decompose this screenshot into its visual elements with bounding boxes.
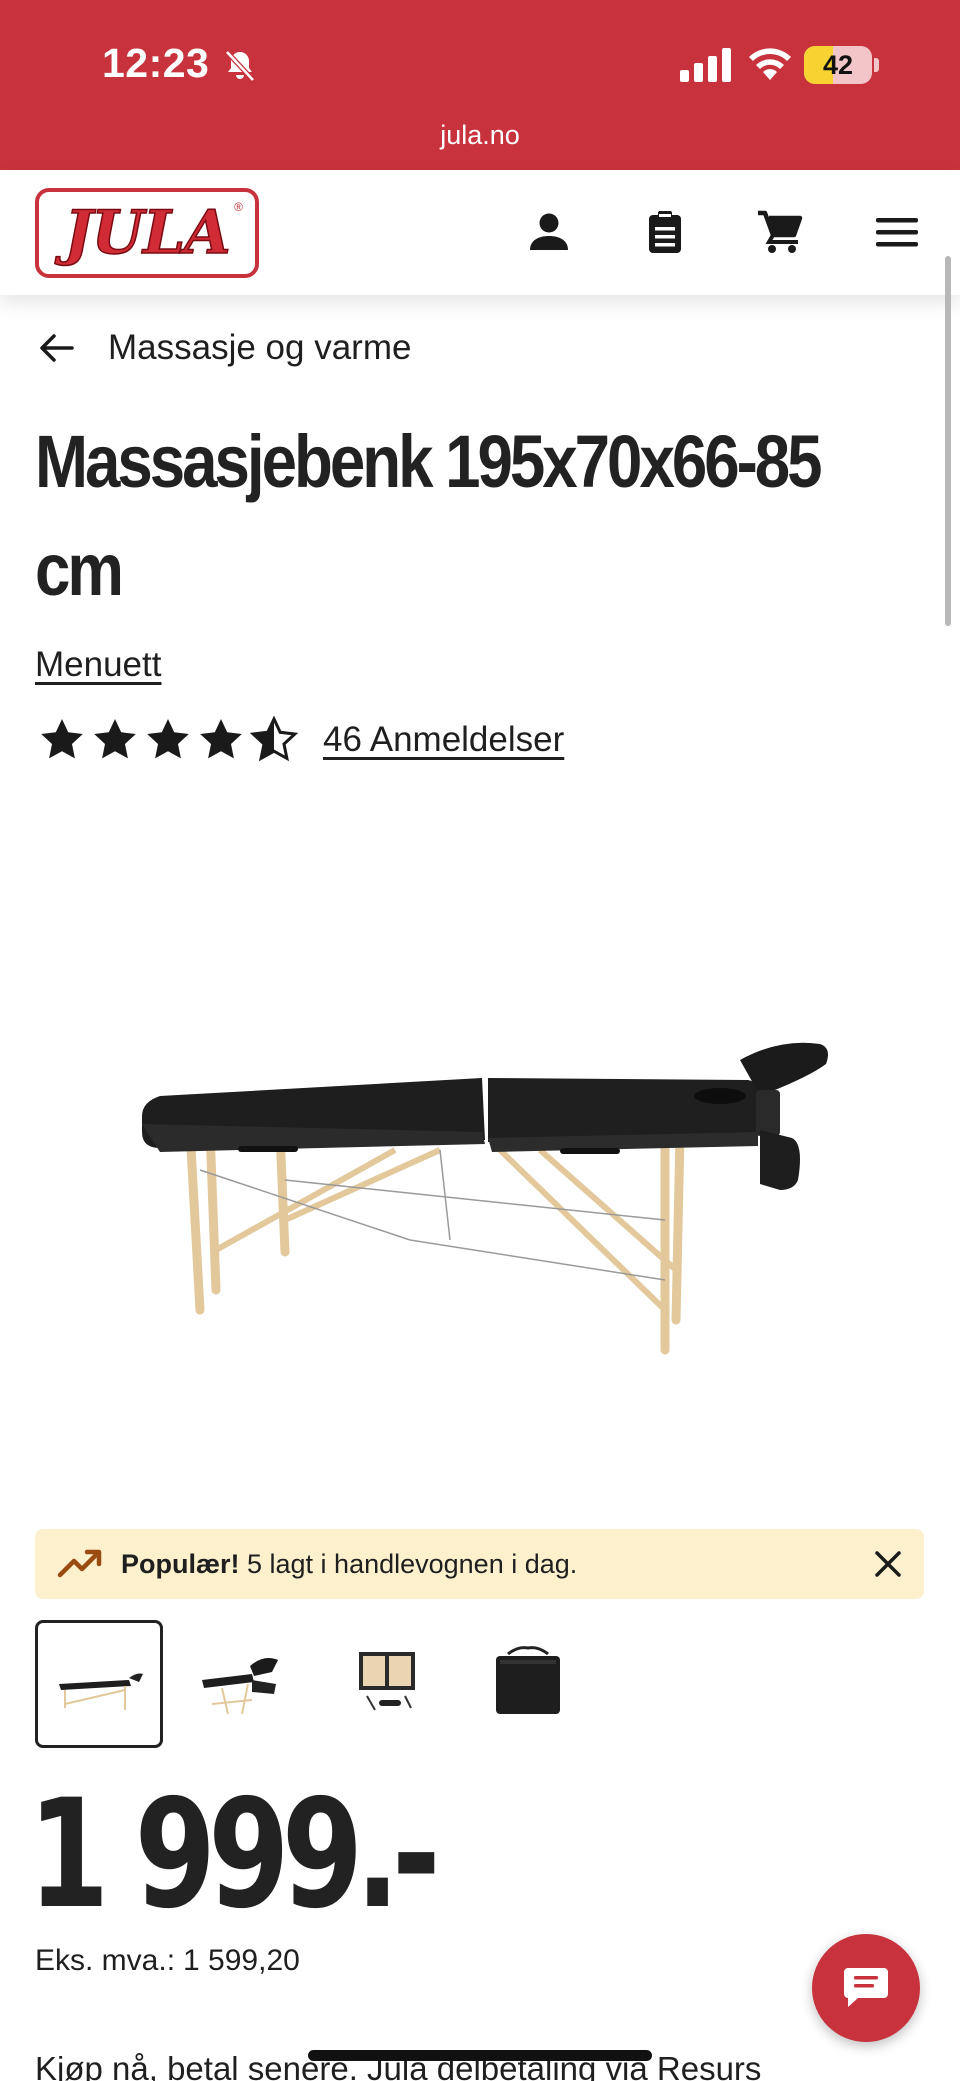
home-indicator[interactable] [308, 2050, 652, 2061]
status-bar: 12:23 42 jula.no [0, 0, 960, 170]
arrow-left-icon [40, 334, 74, 362]
scrollbar[interactable] [945, 256, 951, 626]
ex-vat-label: Eks. mva.: [35, 1944, 176, 1977]
thumbnail-massage-table-folded[interactable] [321, 1620, 449, 1748]
trending-up-icon [57, 1549, 102, 1578]
thumbnail-strip [35, 1620, 607, 1748]
product-title-line1: Massasjebenk 195x70x66-85 [35, 420, 823, 503]
ex-vat-value: 1 599,20 [183, 1944, 300, 1977]
account-icon[interactable] [525, 208, 573, 256]
thumbnail-image [496, 1646, 560, 1714]
star-half-icon [250, 716, 298, 762]
thumbnail-image [59, 1673, 143, 1710]
star-full-icon [41, 719, 83, 759]
jula-logo[interactable]: JULA ® [35, 188, 259, 278]
thumbnail-carry-bag[interactable] [464, 1620, 592, 1748]
price-ex-vat: Eks. mva.: 1 599,20 [35, 1944, 300, 1978]
thumbnail-image [359, 1652, 415, 1711]
chat-bubble-icon [844, 1968, 888, 2007]
browser-url[interactable]: jula.no [0, 120, 960, 151]
thumbnail-massage-table-side[interactable] [35, 1620, 163, 1748]
star-full-icon [147, 719, 189, 759]
star-full-icon [200, 719, 242, 759]
product-price: 1 999.- [28, 1768, 441, 1942]
shopping-cart-icon[interactable] [756, 208, 804, 256]
battery-icon: 42 [804, 46, 872, 84]
bell-muted-icon [225, 50, 255, 82]
product-rating[interactable]: 46 Anmeldelser [38, 716, 564, 764]
battery-level: 42 [822, 50, 854, 80]
reviews-link[interactable]: 46 Anmeldelser [323, 720, 564, 760]
popular-banner: Populær! 5 lagt i handlevognen i dag. [35, 1529, 924, 1599]
battery-nub [874, 58, 879, 72]
product-title: Massasjebenk 195x70x66-85 cm [35, 408, 929, 624]
popular-message: 5 lagt i handlevognen i dag. [239, 1548, 578, 1579]
thumbnail-massage-table-headrest[interactable] [178, 1620, 306, 1748]
chat-button[interactable] [812, 1934, 920, 2042]
thumbnail-image [202, 1658, 278, 1715]
product-main-image[interactable] [120, 1020, 840, 1380]
popular-text: Populær! 5 lagt i handlevognen i dag. [121, 1549, 577, 1580]
popular-bold: Populær! [121, 1548, 240, 1579]
menu-hamburger-icon[interactable] [873, 208, 921, 256]
clipboard-list-icon[interactable] [641, 208, 689, 256]
breadcrumb-back[interactable]: Massasje og varme [36, 318, 411, 378]
close-icon[interactable] [872, 1548, 904, 1580]
product-brand-link[interactable]: Menuett [35, 645, 161, 685]
cellular-signal-icon [680, 48, 731, 82]
logo-registered-mark: ® [234, 200, 243, 214]
status-time: 12:23 [102, 40, 210, 86]
rating-stars [38, 716, 303, 764]
wifi-icon [749, 48, 791, 80]
logo-text: JULA [64, 197, 232, 269]
site-header: JULA ® [0, 170, 960, 295]
breadcrumb-label: Massasje og varme [108, 328, 412, 367]
page: 12:23 42 jula.no JULA ® Massasje og varm… [0, 0, 960, 2081]
star-full-icon [94, 719, 136, 759]
product-title-line2: cm [35, 528, 124, 611]
